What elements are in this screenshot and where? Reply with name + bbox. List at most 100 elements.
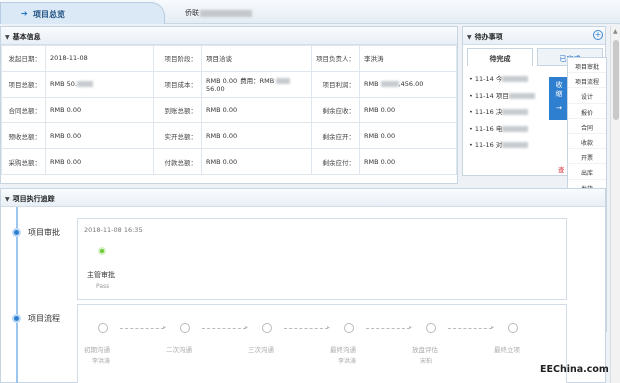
info-value-text: RMB 0.00 bbox=[364, 157, 396, 166]
todo-text: 项目 bbox=[495, 91, 509, 100]
process-card: ▸ 初期沟通 李洪涛 ▸ 二次沟通 ▸ 三次沟通 ▸ 最终沟通 李洪涛 ▸ 放盘评估 宋柏 最终立项 bbox=[77, 304, 567, 383]
info-row: 项目总额： RMB 50. 项目成本： RMB 0.00 费用：RMB 56.00 项目利… bbox=[1, 70, 457, 98]
caret-down-icon: ▼ bbox=[5, 196, 10, 203]
step-node-icon bbox=[262, 323, 272, 333]
todo-date: 11-14 bbox=[474, 91, 494, 100]
info-key: 实开总额： bbox=[153, 122, 202, 150]
tab-pending[interactable]: 待完成 bbox=[467, 48, 533, 66]
stage-approval-label: 项目审批 bbox=[28, 228, 60, 237]
collapse-label: 收缩 bbox=[555, 81, 563, 98]
nav-item[interactable]: 出库 bbox=[568, 164, 606, 180]
approver-role: 主管审批 bbox=[87, 271, 115, 279]
info-key: 项目成本： bbox=[153, 70, 202, 98]
timeline-node bbox=[12, 228, 21, 237]
info-key: 合同总额： bbox=[1, 96, 46, 124]
approval-card: 2018-11-08 16:35 主管审批 Pass bbox=[77, 218, 567, 300]
todo-more-link[interactable]: 查 bbox=[558, 164, 565, 174]
scroll-thumb[interactable] bbox=[613, 40, 619, 120]
step-name: 最终沟通 bbox=[330, 346, 356, 354]
info-key: 预收总额： bbox=[1, 122, 46, 150]
nav-item[interactable]: 项目流程 bbox=[568, 73, 606, 89]
info-value: RMB 0.00 bbox=[201, 122, 312, 150]
info-value-text: RMB 0.00 bbox=[206, 131, 238, 140]
info-value-text: RMB 50. bbox=[50, 80, 77, 89]
info-key: 项目利润： bbox=[311, 70, 360, 98]
step-name: 初期沟通 bbox=[84, 346, 110, 354]
stage-process-label: 项目流程 bbox=[28, 314, 60, 323]
info-value: RMB 0.00 bbox=[45, 148, 154, 175]
info-value: RMB 0.00 bbox=[359, 148, 457, 175]
nav-item[interactable]: 开票 bbox=[568, 149, 606, 165]
todo-item[interactable]: • 11-16 决 bbox=[469, 106, 559, 123]
todo-item[interactable]: • 11-16 电 bbox=[469, 123, 559, 140]
tracking-header[interactable]: ▼ 项目执行追踪 bbox=[1, 189, 605, 207]
redacted-text bbox=[508, 92, 535, 99]
timeline-node bbox=[12, 314, 21, 323]
step-node-icon bbox=[344, 323, 354, 333]
info-row: 发起日期： 2018-11-08 项目阶段： 项目洽谈 项目负责人： 李洪涛 bbox=[1, 45, 457, 72]
collapse-nav-button[interactable]: 收缩 → bbox=[549, 77, 569, 120]
info-value: RMB 0.00 bbox=[201, 148, 312, 175]
arrow-right-icon: ▸ bbox=[327, 324, 331, 331]
step-connector bbox=[448, 328, 492, 329]
basic-info-header[interactable]: ▼ 基本信息 bbox=[1, 27, 457, 45]
info-value-text: 2018-11-08 bbox=[50, 54, 88, 63]
approval-result: Pass bbox=[96, 283, 110, 290]
redacted-text bbox=[502, 76, 529, 82]
info-key: 采购总额： bbox=[1, 148, 46, 175]
info-value-text: RMB 0.00 bbox=[50, 157, 82, 166]
fee-currency: RMB bbox=[259, 77, 277, 86]
info-value-text: RMB 0.00 bbox=[50, 131, 82, 140]
todo-date: 11-16 bbox=[474, 108, 494, 116]
nav-item[interactable]: 设计 bbox=[568, 88, 606, 104]
info-value: 项目洽谈 bbox=[201, 45, 312, 72]
tab-label: 项目总览 bbox=[33, 10, 65, 19]
info-value-text: RMB 0.00 bbox=[364, 105, 396, 114]
todo-date: 11-14 bbox=[474, 75, 494, 83]
info-key: 项目总额： bbox=[1, 70, 46, 98]
profit-value: ,456.00 bbox=[398, 80, 424, 89]
add-icon[interactable]: + bbox=[593, 30, 603, 40]
watermark: EEChina.com bbox=[540, 364, 609, 375]
info-value: RMB 0.00 bbox=[45, 96, 154, 124]
nav-item[interactable]: 项目审批 bbox=[568, 58, 606, 74]
arrow-right-icon: ▸ bbox=[409, 324, 413, 331]
todo-item[interactable]: • 11-14 今 bbox=[469, 73, 559, 90]
info-key: 到账总额： bbox=[153, 96, 202, 124]
info-value-text: RMB 0.00 bbox=[206, 105, 238, 114]
info-value-text: RMB 0.00 bbox=[206, 77, 238, 86]
tab-project-overview[interactable]: ➔ 项目总览 bbox=[0, 2, 165, 24]
info-key: 项目负责人： bbox=[311, 45, 360, 72]
nav-item[interactable]: 收款 bbox=[568, 134, 606, 150]
info-value: RMB 0.00 bbox=[201, 96, 312, 124]
caret-down-icon: ▼ bbox=[5, 34, 10, 41]
arrow-right-icon: ➔ bbox=[21, 9, 28, 18]
arrow-right-icon: ▸ bbox=[163, 324, 167, 331]
info-key: 项目阶段： bbox=[153, 45, 202, 72]
info-value: RMB ,456.00 bbox=[359, 70, 457, 98]
tab-secondary-label: 侨联 bbox=[185, 9, 199, 17]
todo-item[interactable]: • 11-14 项目 bbox=[469, 90, 559, 107]
info-value: 李洪涛 bbox=[359, 45, 457, 72]
info-row: 预收总额： RMB 0.00 实开总额： RMB 0.00 剩余应开： RMB 0.00 bbox=[1, 122, 457, 150]
step-connector bbox=[120, 328, 164, 329]
tab-secondary[interactable]: 侨联 bbox=[185, 8, 252, 18]
scroll-up-icon[interactable]: ▲ bbox=[613, 28, 618, 35]
redacted-text bbox=[77, 81, 93, 88]
fee-value: 56.00 bbox=[206, 85, 225, 94]
scrollbar[interactable]: ▲ bbox=[610, 26, 620, 383]
info-value: 2018-11-08 bbox=[45, 45, 154, 72]
approved-status-icon bbox=[98, 247, 106, 255]
redacted-text bbox=[502, 125, 529, 132]
fee-label: 费用： bbox=[240, 77, 260, 86]
todo-header[interactable]: ▼ 待办事项 bbox=[463, 27, 605, 45]
info-value: RMB 0.00 费用：RMB 56.00 bbox=[201, 70, 312, 98]
nav-item[interactable]: 报价 bbox=[568, 104, 606, 119]
step-connector bbox=[284, 328, 328, 329]
info-value-text: RMB 0.00 bbox=[50, 105, 82, 114]
nav-item[interactable]: 合同 bbox=[568, 119, 606, 134]
todo-item[interactable]: • 11-16 对 bbox=[469, 139, 559, 156]
step-node-icon bbox=[426, 323, 436, 333]
step-person: 李洪涛 bbox=[338, 358, 357, 365]
info-value: RMB 0.00 bbox=[45, 122, 154, 150]
